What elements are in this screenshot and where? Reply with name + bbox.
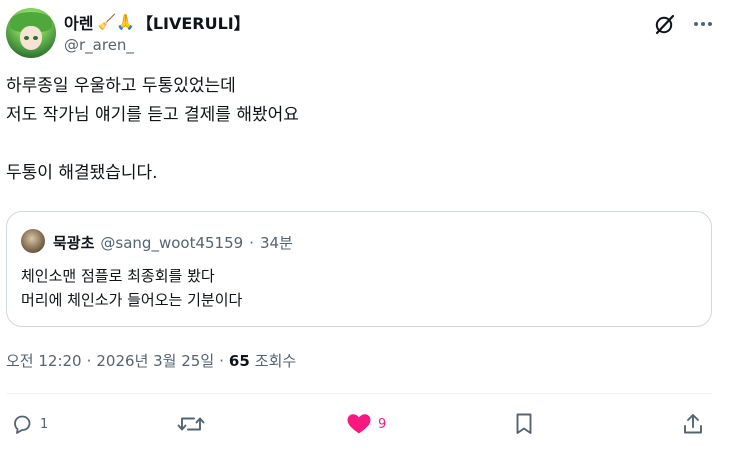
meta-separator: · <box>86 352 92 370</box>
quoted-timestamp: 34분 <box>259 234 293 252</box>
retweet-icon <box>177 417 205 431</box>
tweet-text-line <box>6 130 706 159</box>
quoted-author-avatar <box>21 229 45 253</box>
more-icon <box>694 22 712 26</box>
heart-filled-icon <box>347 414 371 434</box>
tweet-text-line: 하루종일 우울하고 두통있었는데 <box>6 76 236 96</box>
more-button[interactable] <box>690 11 716 37</box>
author-avatar[interactable] <box>6 8 56 58</box>
grok-button[interactable] <box>652 11 678 37</box>
tweet-text: 하루종일 우울하고 두통있었는데 저도 작가님 얘기를 듣고 결제를 해봤어요 … <box>6 72 706 188</box>
quoted-tweet-text: 체인소맨 점플로 최종회를 봤다 머리에 체인소가 들어오는 기분이다 <box>21 264 242 312</box>
grok-icon <box>655 14 675 35</box>
quoted-text-line: 체인소맨 점플로 최종회를 봤다 <box>21 267 215 285</box>
tweet-text-line: 두통이 해결됐습니다. <box>6 163 158 183</box>
quoted-separator: · <box>249 234 254 252</box>
avatar-eye <box>33 36 38 40</box>
author-handle[interactable]: @r_aren_ <box>64 36 134 54</box>
like-button[interactable]: 9 <box>346 412 386 436</box>
reply-count: 1 <box>40 416 49 432</box>
author-name-row[interactable]: 아렌 🧹🙏 【LIVERULI】 <box>64 10 250 34</box>
tweet-time-link[interactable]: 오전 12:20 <box>6 350 82 371</box>
like-count: 9 <box>378 416 387 432</box>
quoted-text-line: 머리에 체인소가 들어오는 기분이다 <box>21 291 243 309</box>
share-button[interactable] <box>681 412 705 436</box>
quoted-tweet-card[interactable]: 묵광초 @sang_woot45159 · 34분 체인소맨 점플로 최종회를 … <box>6 211 712 327</box>
views-count: 65 <box>228 352 250 370</box>
share-icon <box>684 414 702 434</box>
meta-separator: · <box>219 352 224 370</box>
bookmark-icon <box>516 413 532 434</box>
avatar-eye <box>24 36 29 40</box>
quoted-author-handle: @sang_woot45159 <box>100 234 244 252</box>
tweet-date-link[interactable]: 2026년 3월 25일 <box>96 350 214 371</box>
tweet-text-line: 저도 작가님 얘기를 듣고 결제를 해봤어요 <box>6 105 299 125</box>
author-name-emoji: 🧹🙏 <box>97 13 135 31</box>
author-display-name[interactable]: 아렌 <box>64 10 93 34</box>
reply-button[interactable]: 1 <box>10 412 48 436</box>
quoted-author-name: 묵광초 <box>53 234 95 252</box>
tweet-meta: 오전 12:20 · 2026년 3월 25일 · 65 조회수 <box>6 350 296 371</box>
author-name-tag[interactable]: 【LIVERULI】 <box>137 10 250 34</box>
quoted-tweet-header: 묵광초 @sang_woot45159 · 34분 <box>53 232 293 253</box>
retweet-button[interactable] <box>176 412 206 436</box>
views-label: 조회수 <box>254 352 297 370</box>
bookmark-button[interactable] <box>513 412 535 436</box>
actions-divider <box>6 393 712 394</box>
reply-icon <box>14 415 31 434</box>
